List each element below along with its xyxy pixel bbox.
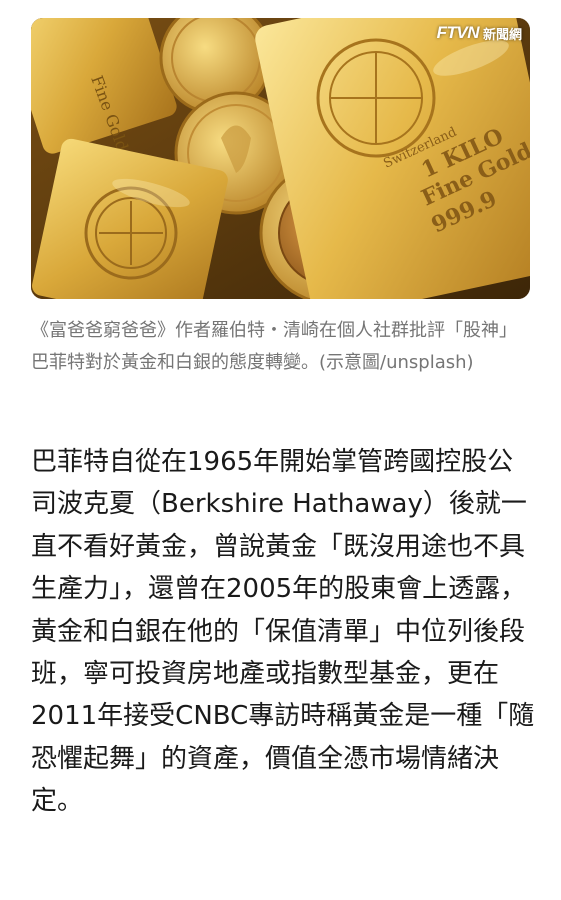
article-image[interactable]: Fine Gold 1 KILO Fine Gold 999.9 Switzer… — [31, 18, 530, 299]
article-paragraph: 巴菲特自從在1965年開始掌管跨國控股公司波克夏（Berkshire Hatha… — [31, 447, 535, 817]
ftvn-watermark: FTVN 新聞網 — [437, 23, 522, 43]
gold-bars-illustration: Fine Gold 1 KILO Fine Gold 999.9 Switzer… — [31, 18, 530, 299]
ftvn-site-label: 新聞網 — [482, 27, 522, 43]
ftvn-logo: FTVN — [436, 23, 480, 42]
article: Fine Gold 1 KILO Fine Gold 999.9 Switzer… — [0, 0, 561, 900]
image-caption: 《富爸爸窮爸爸》作者羅伯特・清崎在個人社群批評「股神」巴菲特對於黃金和白銀的態度… — [31, 320, 517, 373]
